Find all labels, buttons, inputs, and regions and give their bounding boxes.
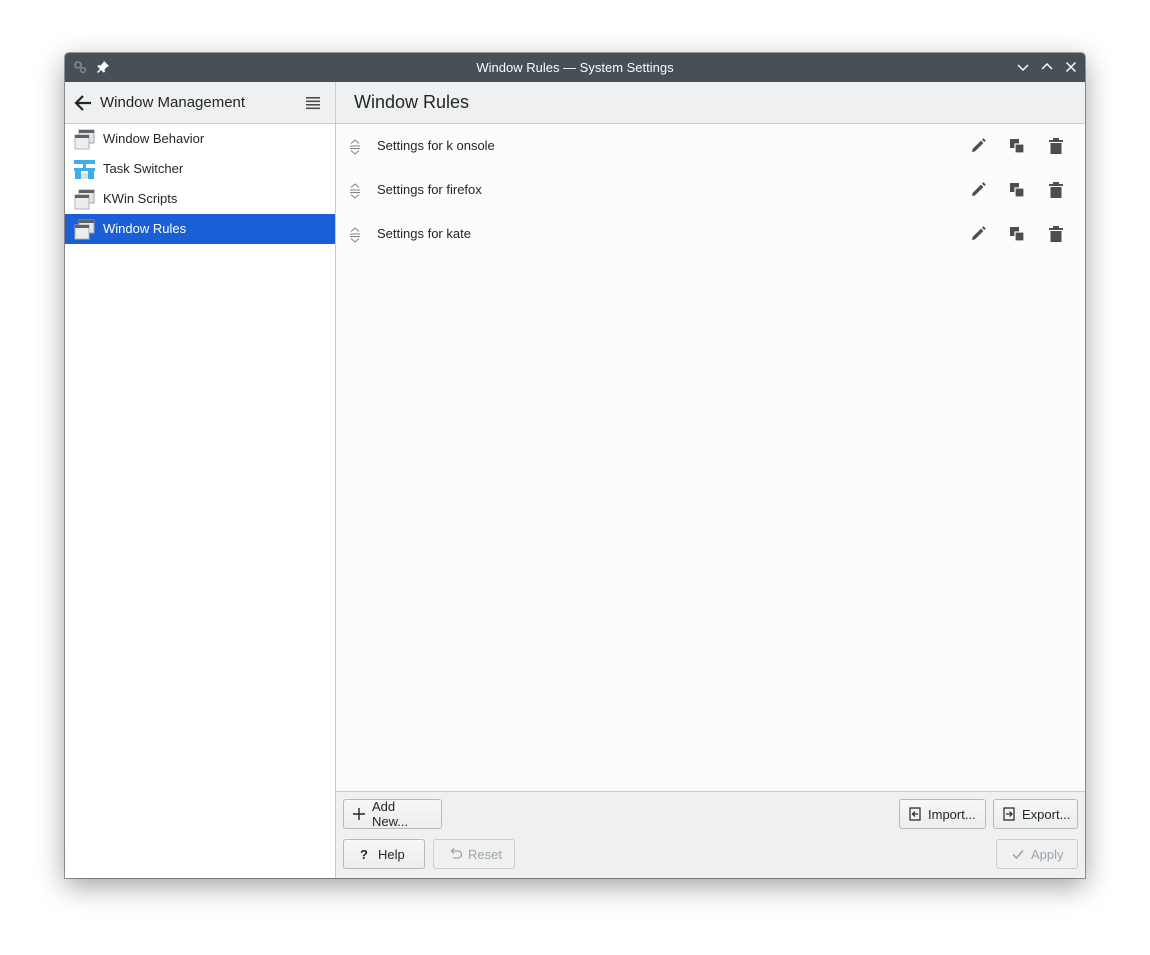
window-rules-icon	[74, 219, 95, 240]
sidebar-item-label: Window Rules	[103, 221, 187, 236]
add-new-label: Add New...	[372, 799, 409, 829]
sidebar: Window Management Window Behavior Task S…	[65, 82, 336, 878]
close-button[interactable]	[1064, 60, 1078, 74]
sidebar-item-task-switcher[interactable]: Task Switcher	[65, 154, 335, 184]
delete-trash-icon[interactable]	[1047, 181, 1065, 199]
duplicate-icon[interactable]	[1008, 225, 1026, 243]
rule-row[interactable]: Settings for k onsole	[336, 124, 1085, 168]
edit-pencil-icon[interactable]	[969, 181, 987, 199]
kwin-scripts-icon	[74, 189, 95, 210]
task-switcher-icon	[74, 160, 95, 179]
import-button[interactable]: Import...	[899, 799, 986, 829]
help-button[interactable]: ? Help	[343, 839, 425, 869]
hamburger-menu-icon[interactable]	[305, 95, 321, 111]
edit-pencil-icon[interactable]	[969, 225, 987, 243]
delete-trash-icon[interactable]	[1047, 225, 1065, 243]
drag-handle-icon[interactable]	[349, 227, 361, 243]
sidebar-item-label: Window Behavior	[103, 131, 205, 146]
import-icon	[909, 807, 921, 821]
sidebar-nav-list: Window Behavior Task Switcher KWin Scrip…	[65, 124, 335, 244]
help-question-icon: ?	[360, 846, 368, 862]
sidebar-item-window-behavior[interactable]: Window Behavior	[65, 124, 335, 154]
checkmark-icon	[1012, 849, 1024, 860]
help-label: Help	[377, 846, 405, 862]
edit-pencil-icon[interactable]	[969, 137, 987, 155]
sidebar-title: Window Management	[100, 94, 246, 111]
undo-icon	[450, 848, 462, 859]
export-label: Export...	[1022, 806, 1071, 822]
window-title: Window Rules — System Settings	[476, 60, 674, 75]
rules-list: Settings for k onsole Settings for firef…	[336, 124, 1085, 256]
apply-button[interactable]: Apply	[996, 839, 1078, 869]
duplicate-icon[interactable]	[1008, 137, 1026, 155]
page-title: Window Rules	[354, 92, 470, 112]
add-new-button[interactable]: Add New...	[343, 799, 442, 829]
main-panel: Window Rules Settings for k onsole Setti…	[336, 82, 1085, 878]
rule-label: Settings for k onsole	[377, 138, 495, 153]
export-button[interactable]: Export...	[993, 799, 1078, 829]
rule-row[interactable]: Settings for firefox	[336, 168, 1085, 212]
apply-label: Apply	[1031, 846, 1064, 862]
sidebar-item-label: Task Switcher	[103, 161, 184, 176]
import-label: Import...	[928, 806, 976, 822]
main-header: Window Rules	[336, 82, 1085, 124]
title-bar[interactable]: Window Rules — System Settings	[65, 53, 1085, 82]
duplicate-icon[interactable]	[1008, 181, 1026, 199]
minimize-button[interactable]	[1016, 60, 1030, 74]
sidebar-item-kwin-scripts[interactable]: KWin Scripts	[65, 184, 335, 214]
drag-handle-icon[interactable]	[349, 183, 361, 199]
drag-handle-icon[interactable]	[349, 139, 361, 155]
rule-row[interactable]: Settings for kate	[336, 212, 1085, 256]
maximize-button[interactable]	[1040, 60, 1054, 74]
footer-toolbar: Add New... Import... Export... ? Help Re…	[336, 791, 1085, 878]
reset-button[interactable]: Reset	[433, 839, 515, 869]
delete-trash-icon[interactable]	[1047, 137, 1065, 155]
window-behavior-icon	[74, 129, 95, 150]
rule-label: Settings for firefox	[377, 182, 482, 197]
plus-icon	[353, 808, 365, 820]
system-settings-window: Window Rules — System Settings Window Ma…	[65, 53, 1085, 878]
sidebar-item-window-rules[interactable]: Window Rules	[65, 214, 335, 244]
rule-label: Settings for kate	[377, 226, 471, 241]
sidebar-item-label: KWin Scripts	[103, 191, 178, 206]
sidebar-header: Window Management	[65, 82, 335, 124]
reset-label: Reset	[468, 846, 502, 862]
back-arrow-icon[interactable]	[74, 94, 94, 112]
export-icon	[1003, 807, 1015, 821]
